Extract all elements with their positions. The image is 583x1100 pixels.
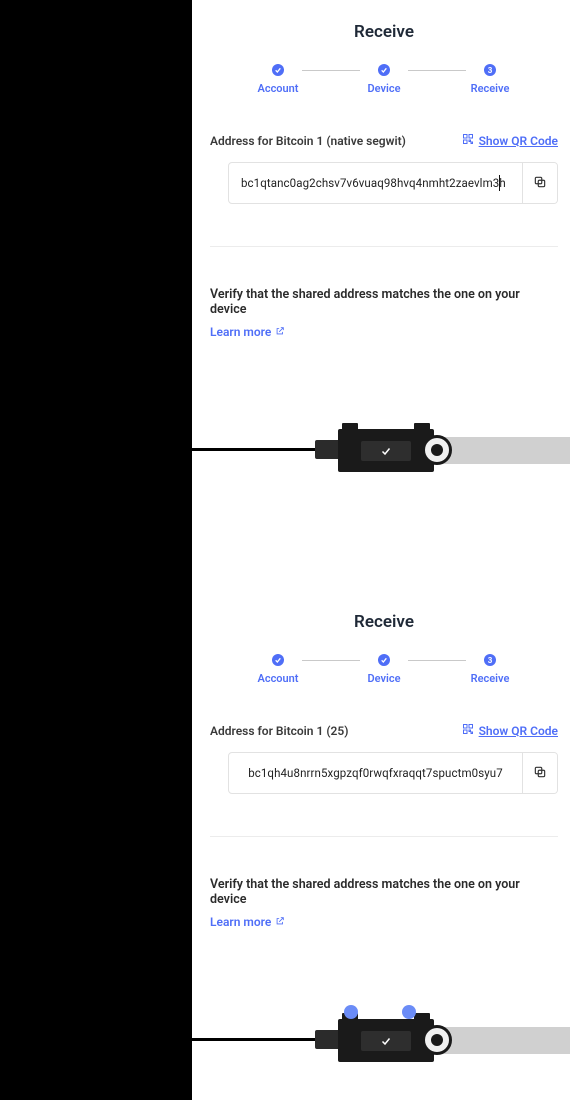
address-for-label: Address for Bitcoin 1 (native segwit) [210, 134, 406, 148]
step-label: Device [367, 672, 400, 685]
step-connector [302, 70, 360, 71]
hint-dot [344, 1005, 358, 1019]
step-connector [408, 660, 466, 661]
copy-icon [533, 764, 547, 783]
learn-more-label: Learn more [210, 325, 271, 339]
hint-dot [402, 1005, 416, 1019]
stepper: Account Device 3 Receive [210, 654, 558, 685]
step-number-badge: 3 [484, 654, 496, 666]
step-device: Device [354, 654, 414, 685]
device-body [338, 429, 434, 472]
check-icon [272, 64, 284, 76]
address-field[interactable]: bc1qh4u8nrrn5xgpzqf0rwqfxraqqt7spuctm0sy… [229, 753, 522, 793]
step-receive: 3 Receive [460, 64, 520, 95]
check-icon [272, 654, 284, 666]
copy-address-button[interactable] [522, 163, 557, 203]
learn-more-link[interactable]: Learn more [210, 915, 285, 929]
learn-more-label: Learn more [210, 915, 271, 929]
text-cursor [499, 175, 500, 191]
section-divider [210, 246, 558, 247]
qr-icon [462, 133, 474, 148]
address-field-group: bc1qtanc0ag2chsv7v6vuaq98hvq4nmht2zaevlm… [228, 162, 558, 204]
external-link-icon [275, 915, 285, 929]
check-icon [380, 445, 392, 457]
step-label: Receive [471, 82, 510, 95]
step-label: Account [257, 672, 298, 685]
ledger-device-illustration [210, 970, 558, 1100]
section-divider [210, 836, 558, 837]
device-hinge [422, 1025, 452, 1055]
background-left-strip [0, 0, 192, 1100]
address-for-label: Address for Bitcoin 1 (25) [210, 724, 348, 738]
step-connector [302, 660, 360, 661]
receive-panel-2: Receive Account Device 3 Receive [192, 590, 583, 1097]
check-icon [378, 64, 390, 76]
show-qr-code-label: Show QR Code [479, 724, 558, 738]
page-title: Receive [210, 612, 558, 632]
step-account: Account [248, 654, 308, 685]
show-qr-code-link[interactable]: Show QR Code [462, 133, 558, 148]
receive-panel-1: Receive Account Device 3 Receive [192, 0, 583, 509]
address-field-group: bc1qh4u8nrrn5xgpzqf0rwqfxraqqt7spuctm0sy… [228, 752, 558, 794]
show-qr-code-link[interactable]: Show QR Code [462, 723, 558, 738]
qr-icon [462, 723, 474, 738]
check-icon [378, 654, 390, 666]
show-qr-code-label: Show QR Code [479, 134, 558, 148]
learn-more-link[interactable]: Learn more [210, 325, 285, 339]
copy-icon [533, 174, 547, 193]
device-screen [361, 441, 411, 461]
address-field[interactable]: bc1qtanc0ag2chsv7v6vuaq98hvq4nmht2zaevlm… [229, 163, 522, 203]
stepper: Account Device 3 Receive [210, 64, 558, 95]
step-label: Receive [471, 672, 510, 685]
step-receive: 3 Receive [460, 654, 520, 685]
verify-instruction: Verify that the shared address matches t… [210, 877, 558, 907]
external-link-icon [275, 325, 285, 339]
copy-address-button[interactable] [522, 753, 557, 793]
check-icon [380, 1035, 392, 1047]
device-body [338, 1019, 434, 1062]
address-header: Address for Bitcoin 1 (native segwit) Sh… [210, 133, 558, 148]
address-value: bc1qtanc0ag2chsv7v6vuaq98hvq4nmht2zaevlm… [241, 176, 506, 190]
step-label: Account [257, 82, 298, 95]
page-title: Receive [210, 22, 558, 42]
device-screen [361, 1031, 411, 1051]
ledger-device-illustration [210, 380, 558, 510]
step-number-badge: 3 [484, 64, 496, 76]
step-connector [408, 70, 466, 71]
address-value: bc1qh4u8nrrn5xgpzqf0rwqfxraqqt7spuctm0sy… [248, 766, 503, 780]
step-device: Device [354, 64, 414, 95]
step-account: Account [248, 64, 308, 95]
address-header: Address for Bitcoin 1 (25) Show QR Code [210, 723, 558, 738]
device-hinge [422, 435, 452, 465]
verify-instruction: Verify that the shared address matches t… [210, 287, 558, 317]
step-label: Device [367, 82, 400, 95]
